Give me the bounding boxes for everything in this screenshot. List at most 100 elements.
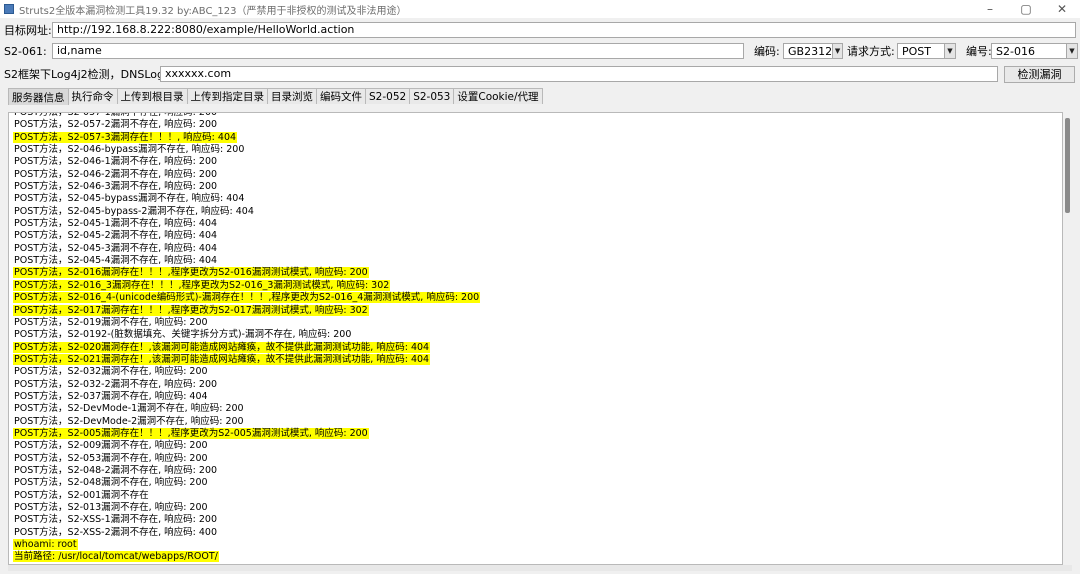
tab-s2-052[interactable]: S2-052	[365, 88, 411, 104]
log-line-text: POST方法，S2-001漏洞不存在	[14, 489, 149, 501]
log-line-text: POST方法，S2-021漏洞存在！,该漏洞可能造成网站瘫痪，故不提供此漏洞测试…	[13, 353, 431, 365]
log-line-text: POST方法，S2-045-bypass漏洞不存在, 响应码: 404	[14, 193, 245, 205]
log-line-text: POST方法，S2-016漏洞存在！！！,程序更改为S2-016漏洞测试模式, …	[13, 267, 369, 279]
tab-upload-dir[interactable]: 上传到指定目录	[186, 88, 268, 104]
log-line-text: POST方法，S2-013漏洞不存在, 响应码: 200	[14, 502, 208, 513]
log-line: POST方法，S2-XSS-1漏洞不存在, 响应码: 200	[13, 514, 480, 526]
log-line-text: POST方法，S2-DevMode-1漏洞不存在, 响应码: 200	[14, 403, 244, 415]
s2-061-params-input[interactable]: id,name	[52, 43, 744, 59]
target-row: 目标网址: http://192.168.8.222:8080/example/…	[0, 20, 1080, 40]
log-line-text: 当前路径: /usr/local/tomcat/webapps/ROOT/	[13, 551, 219, 563]
log-line-text: POST方法，S2-048漏洞不存在, 响应码: 200	[14, 477, 208, 489]
scrollbar-thumb[interactable]	[1065, 118, 1070, 213]
params-row: S2-061: id,name 编码: GB2312 ▼ 请求方式: POST …	[0, 41, 1080, 61]
number-select[interactable]: S2-016 ▼	[991, 43, 1078, 59]
chevron-down-icon: ▼	[1066, 44, 1077, 58]
window-controls: – ▢ ✕	[972, 0, 1080, 18]
close-button[interactable]: ✕	[1044, 0, 1080, 18]
log-line: POST方法，S2-001漏洞不存在	[13, 490, 480, 502]
chevron-down-icon: ▼	[832, 44, 842, 58]
tab-s2-053[interactable]: S2-053	[409, 88, 455, 104]
log-line-text: POST方法，S2-016_3漏洞存在！！！,程序更改为S2-016_3漏洞测试…	[13, 279, 391, 291]
app-icon	[4, 4, 14, 14]
log-line: POST方法，S2-019漏洞不存在, 响应码: 200	[13, 317, 480, 329]
log-line: POST方法，S2-057-3漏洞存在！！！, 响应码: 404	[13, 131, 480, 144]
log-line: POST方法，S2-045-4漏洞不存在, 响应码: 404	[13, 255, 480, 267]
detect-button[interactable]: 检测漏洞	[1004, 65, 1075, 83]
log-line: POST方法，S2-046-1漏洞不存在, 响应码: 200	[13, 156, 480, 168]
log-line: POST方法，S2-005漏洞存在！！！,程序更改为S2-005漏洞测试模式, …	[13, 427, 480, 440]
log-line-text: POST方法，S2-057-3漏洞存在！！！, 响应码: 404	[13, 131, 238, 143]
log-line-text: POST方法，S2-046-bypass漏洞不存在, 响应码: 200	[14, 144, 245, 156]
log-line: POST方法，S2-046-2漏洞不存在, 响应码: 200	[13, 169, 480, 181]
log-line: POST方法，S2-020漏洞存在！,该漏洞可能造成网站瘫痪，故不提供此漏洞测试…	[13, 341, 480, 354]
log-line-text: POST方法，S2-DevMode-2漏洞不存在, 响应码: 200	[14, 415, 244, 427]
dnslog-input[interactable]: xxxxxx.com	[160, 66, 998, 82]
log-line: POST方法，S2-017漏洞存在！！！,程序更改为S2-017漏洞测试模式, …	[13, 304, 480, 317]
log-line: POST方法，S2-057-2漏洞不存在, 响应码: 200	[13, 119, 480, 131]
log-line-text: POST方法，S2-046-1漏洞不存在, 响应码: 200	[14, 156, 218, 168]
tab-upload-root[interactable]: 上传到根目录	[116, 88, 188, 104]
restore-button[interactable]: ▢	[1008, 0, 1044, 18]
log-line: POST方法，S2-046-3漏洞不存在, 响应码: 200	[13, 181, 480, 193]
target-url-input[interactable]: http://192.168.8.222:8080/example/HelloW…	[52, 22, 1076, 38]
log-line: POST方法，S2-045-1漏洞不存在, 响应码: 404	[13, 218, 480, 230]
log-line-text: POST方法，S2-020漏洞存在！,该漏洞可能造成网站瘫痪，故不提供此漏洞测试…	[13, 341, 431, 353]
dnslog-row: S2框架下Log4j2检测，DNSLog地址: xxxxxx.com 检测漏洞	[0, 64, 1080, 84]
vertical-scrollbar[interactable]	[1063, 112, 1072, 565]
log-line: POST方法，S2-DevMode-1漏洞不存在, 响应码: 200	[13, 403, 480, 415]
log-line: POST方法，S2-021漏洞存在！,该漏洞可能造成网站瘫痪，故不提供此漏洞测试…	[13, 353, 480, 366]
log-line: POST方法，S2-048-2漏洞不存在, 响应码: 200	[13, 465, 480, 477]
bottom-border	[8, 565, 1072, 571]
log-line: POST方法，S2-009漏洞不存在, 响应码: 200	[13, 440, 480, 452]
dnslog-label: S2框架下Log4j2检测，DNSLog地址:	[4, 68, 190, 81]
log-line-text: POST方法，S2-057-1漏洞不存在, 响应码: 200	[14, 112, 218, 118]
minimize-button[interactable]: –	[972, 0, 1008, 18]
log-line: POST方法，S2-XSS-2漏洞不存在, 响应码: 400	[13, 527, 480, 539]
log-line: POST方法，S2-045-3漏洞不存在, 响应码: 404	[13, 243, 480, 255]
chevron-down-icon: ▼	[944, 44, 955, 58]
log-line: whoami: root	[13, 539, 480, 551]
tab-encode-file[interactable]: 编码文件	[316, 88, 366, 104]
tab-exec-command[interactable]: 执行命令	[67, 88, 118, 104]
log-line-text: POST方法，S2-045-bypass-2漏洞不存在, 响应码: 404	[14, 205, 254, 217]
log-lines: POST方法，S2-057-1漏洞不存在, 响应码: 200 POST方法，S2-…	[13, 112, 481, 564]
log-line-text: POST方法，S2-046-3漏洞不存在, 响应码: 200	[14, 181, 218, 193]
log-line: POST方法，S2-037漏洞不存在, 响应码: 404	[13, 391, 480, 403]
log-line: POST方法，S2-016漏洞存在！！！,程序更改为S2-016漏洞测试模式, …	[13, 267, 480, 279]
log-line-text: POST方法，S2-0192-(脏数据填充、关键字拆分方式)-漏洞不存在, 响应…	[14, 329, 352, 341]
method-value: POST	[902, 44, 931, 58]
encoding-label: 编码:	[754, 45, 780, 58]
log-line: POST方法，S2-053漏洞不存在, 响应码: 200	[13, 453, 480, 465]
log-line-text: POST方法，S2-032漏洞不存在, 响应码: 200	[14, 366, 208, 378]
log-line: POST方法，S2-045-bypass-2漏洞不存在, 响应码: 404	[13, 206, 480, 218]
log-line: POST方法，S2-013漏洞不存在, 响应码: 200	[13, 502, 480, 514]
encoding-select[interactable]: GB2312 ▼	[783, 43, 843, 59]
log-output[interactable]: POST方法，S2-057-1漏洞不存在, 响应码: 200 POST方法，S2-…	[8, 112, 1063, 565]
log-line-text: POST方法，S2-057-2漏洞不存在, 响应码: 200	[14, 119, 218, 131]
tab-server-info[interactable]: 服务器信息	[8, 88, 69, 105]
tab-cookie-proxy[interactable]: 设置Cookie/代理	[453, 88, 543, 104]
log-line-text: POST方法，S2-045-3漏洞不存在, 响应码: 404	[14, 242, 218, 254]
log-line-text: POST方法，S2-032-2漏洞不存在, 响应码: 200	[14, 378, 218, 390]
tab-dir-browse[interactable]: 目录浏览	[267, 88, 317, 104]
method-select[interactable]: POST ▼	[897, 43, 956, 59]
log-line-text: POST方法，S2-053漏洞不存在, 响应码: 200	[14, 452, 208, 464]
log-line-text: POST方法，S2-XSS-1漏洞不存在, 响应码: 200	[14, 514, 218, 526]
log-line: POST方法，S2-016_3漏洞存在！！！,程序更改为S2-016_3漏洞测试…	[13, 279, 480, 292]
log-line: POST方法，S2-0192-(脏数据填充、关键字拆分方式)-漏洞不存在, 响应…	[13, 329, 480, 341]
window-title: Struts2全版本漏洞检测工具19.32 by:ABC_123（严禁用于非授权…	[19, 5, 407, 17]
log-line: POST方法，S2-045-2漏洞不存在, 响应码: 404	[13, 230, 480, 242]
log-line: POST方法，S2-032-2漏洞不存在, 响应码: 200	[13, 379, 480, 391]
log-line-text: POST方法，S2-017漏洞存在！！！,程序更改为S2-017漏洞测试模式, …	[13, 304, 369, 316]
log-line-text: POST方法，S2-045-1漏洞不存在, 响应码: 404	[14, 218, 218, 230]
log-line: POST方法，S2-016_4-(unicode编码形式)-漏洞存在！！！,程序…	[13, 292, 481, 304]
log-line-text: POST方法，S2-045-4漏洞不存在, 响应码: 404	[14, 255, 218, 267]
log-line-text: POST方法，S2-005漏洞存在！！！,程序更改为S2-005漏洞测试模式, …	[13, 427, 369, 439]
number-label: 编号:	[966, 45, 992, 58]
log-line-text: POST方法，S2-XSS-2漏洞不存在, 响应码: 400	[14, 526, 218, 538]
s2-061-label: S2-061:	[4, 44, 47, 58]
log-line-text: POST方法，S2-037漏洞不存在, 响应码: 404	[14, 390, 208, 402]
tab-bar: 服务器信息 执行命令 上传到根目录 上传到指定目录 目录浏览 编码文件 S2-0…	[8, 88, 543, 105]
target-label: 目标网址:	[4, 24, 52, 37]
